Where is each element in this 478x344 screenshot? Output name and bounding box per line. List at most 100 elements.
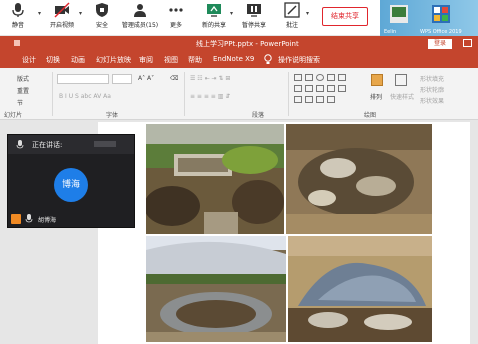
tell-me-search[interactable]: 操作说明搜索 xyxy=(278,55,320,65)
arrange-icon xyxy=(371,74,383,86)
more-button[interactable]: 更多 xyxy=(158,2,194,34)
shield-icon xyxy=(96,3,108,17)
quick-styles-button[interactable]: 快速样式 xyxy=(390,92,414,101)
desktop-icon-label: Eelin xyxy=(384,29,397,35)
font-style-buttons[interactable]: B I U S abc AV Aa xyxy=(59,93,111,100)
mute-label: 静音 xyxy=(11,22,24,29)
shape-bracket-icon[interactable] xyxy=(316,96,324,103)
tab-review[interactable]: 审阅 xyxy=(139,55,153,65)
login-button[interactable]: 登录 xyxy=(428,39,452,49)
shape-callout-icon[interactable] xyxy=(294,96,302,103)
microphone-icon xyxy=(12,3,24,17)
ribbon-display-options-icon[interactable] xyxy=(463,39,472,47)
shape-brace-icon[interactable] xyxy=(316,85,324,92)
font-name-box[interactable] xyxy=(57,74,109,84)
video-button[interactable]: 开启视频 xyxy=(44,2,80,34)
group-label-slides: 幻灯片 xyxy=(4,112,23,119)
user-badge-icon xyxy=(11,214,21,224)
ribbon-body: 版式 重置 节 幻灯片 A˄ A˅ ⌫ B I U S abc AV Aa 字体… xyxy=(0,68,478,120)
group-label-paragraph: 段落 xyxy=(252,112,265,119)
members-icon xyxy=(134,4,146,17)
shape-rectangle-icon[interactable] xyxy=(305,74,313,81)
shape-pentagon-icon[interactable] xyxy=(305,85,313,92)
shape-curve-icon[interactable] xyxy=(338,85,346,92)
group-label-drawing: 绘图 xyxy=(364,112,377,119)
shape-fill-button[interactable]: 形状填充 xyxy=(420,74,444,83)
ribbon-divider xyxy=(288,72,289,116)
shape-outline-button[interactable]: 形状轮廓 xyxy=(420,85,444,94)
video-options-chevron-icon[interactable]: ▾ xyxy=(79,10,82,17)
shape-cloud-icon[interactable] xyxy=(327,96,335,103)
font-size-box[interactable] xyxy=(112,74,132,84)
wps-office-icon[interactable] xyxy=(430,3,452,25)
shape-rectangle-icon[interactable] xyxy=(294,74,302,81)
ppt-title-bar: 线上学习PPt.pptx - PowerPoint 登录 xyxy=(0,36,478,51)
video-footer: 胡博海 xyxy=(8,211,134,227)
shape-arrow-icon[interactable] xyxy=(338,74,346,81)
manage-members-button[interactable]: 管理成员(15) xyxy=(120,2,160,34)
tab-design[interactable]: 设计 xyxy=(22,55,36,65)
user-name: 胡博海 xyxy=(38,217,57,224)
mute-options-chevron-icon[interactable]: ▾ xyxy=(38,10,41,17)
shape-effects-button[interactable]: 形状效果 xyxy=(420,96,444,105)
shape-line-icon[interactable] xyxy=(327,74,335,81)
video-header: 正在讲话: xyxy=(8,135,134,154)
compost-photo-4 xyxy=(288,236,432,342)
annotate-options-chevron-icon[interactable]: ▾ xyxy=(306,10,309,17)
window-title: 线上学习PPt.pptx - PowerPoint xyxy=(196,40,299,48)
pause-share-button[interactable]: 暂停共享 xyxy=(236,2,272,34)
annotate-label: 批注 xyxy=(285,22,298,29)
pause-share-icon xyxy=(247,4,261,17)
annotate-pen-icon xyxy=(284,2,300,18)
align-buttons[interactable]: ≡ ≡ ≡ ≡ ▥ ⇵ xyxy=(190,93,230,100)
microphone-icon xyxy=(16,140,24,149)
more-dots-icon xyxy=(169,8,183,12)
annotate-button[interactable]: 批注 xyxy=(274,2,310,34)
tab-animations[interactable]: 动画 xyxy=(71,55,85,65)
shape-triangle-icon[interactable] xyxy=(294,85,302,92)
grow-font-icon[interactable]: A˄ A˅ xyxy=(138,75,154,82)
tab-slideshow[interactable]: 幻灯片放映 xyxy=(96,55,131,65)
mute-button[interactable]: 静音 xyxy=(0,2,36,34)
quick-access-icon[interactable] xyxy=(14,40,20,46)
lightbulb-icon xyxy=(264,54,272,64)
tab-view[interactable]: 视图 xyxy=(164,55,178,65)
arrange-button[interactable]: 排列 xyxy=(370,92,382,101)
reset-button[interactable]: 重置 xyxy=(17,86,29,95)
list-buttons[interactable]: ☰ ☷ ⇤ ⇥ ⇅ ⊞ xyxy=(190,75,230,82)
ribbon-divider xyxy=(184,72,185,116)
desktop-background: Eelin WPS Office 2019 xyxy=(380,0,478,36)
tab-transitions[interactable]: 切换 xyxy=(46,55,60,65)
meeting-toolbar: 静音 ▾ 开启视频 ▾ 安全 管理成员(15) 更多 新的共享 ▾ 暂停共享 批… xyxy=(0,0,478,36)
tab-help[interactable]: 帮助 xyxy=(188,55,202,65)
video-off-icon xyxy=(54,2,70,18)
video-label: 开启视频 xyxy=(49,22,74,29)
end-share-button[interactable]: 结束共享 xyxy=(322,7,368,26)
compost-photo-1 xyxy=(146,124,284,234)
clear-format-icon[interactable]: ⌫ xyxy=(170,75,178,82)
layout-button[interactable]: 版式 xyxy=(17,74,29,83)
group-label-font: 字体 xyxy=(106,112,119,119)
share-options-chevron-icon[interactable]: ▾ xyxy=(230,10,233,17)
compost-photo-2 xyxy=(286,124,432,234)
shape-flowchart-icon[interactable] xyxy=(305,96,313,103)
compost-photo-3 xyxy=(146,236,286,342)
speaking-indicator xyxy=(94,141,116,147)
eelin-app-icon[interactable] xyxy=(388,3,410,25)
shape-star-icon[interactable] xyxy=(327,85,335,92)
shape-oval-icon[interactable] xyxy=(316,74,324,81)
more-label: 更多 xyxy=(169,22,182,29)
slide-canvas[interactable] xyxy=(98,122,470,344)
video-panel[interactable]: 正在讲话: 博海 胡博海 xyxy=(7,134,135,228)
security-label: 安全 xyxy=(95,22,108,29)
avatar: 博海 xyxy=(54,168,88,202)
pause-share-label: 暂停共享 xyxy=(241,22,266,29)
manage-members-label: 管理成员(15) xyxy=(121,22,159,29)
new-share-button[interactable]: 新的共享 xyxy=(196,2,232,34)
desktop-icon-label: WPS Office 2019 xyxy=(420,29,462,35)
quick-styles-icon xyxy=(395,74,407,86)
section-button[interactable]: 节 xyxy=(17,98,23,107)
ribbon-divider xyxy=(52,72,53,116)
tab-endnote[interactable]: EndNote X9 xyxy=(213,55,254,63)
security-button[interactable]: 安全 xyxy=(84,2,120,34)
